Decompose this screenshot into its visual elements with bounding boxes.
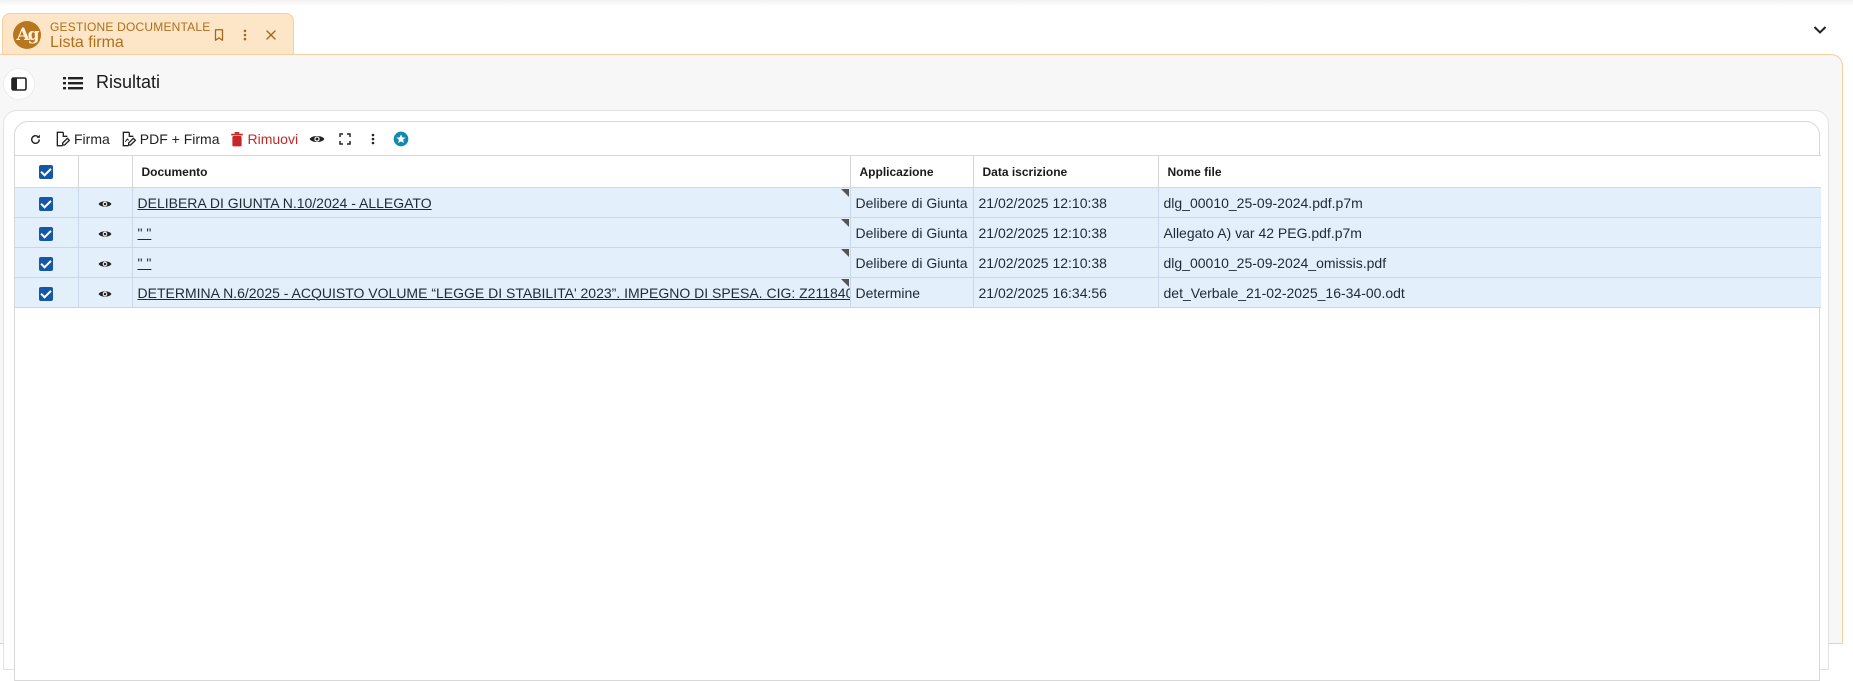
firma-button[interactable]: Firma xyxy=(49,127,115,151)
document-link[interactable]: DELIBERA DI GIUNTA N.10/2024 - ALLEGATO xyxy=(138,195,432,211)
row-preview-eye-icon[interactable] xyxy=(78,187,133,218)
row-checkbox[interactable] xyxy=(15,187,79,218)
star-badge-icon[interactable] xyxy=(387,127,415,151)
row-documento[interactable]: DELIBERA DI GIUNTA N.10/2024 - ALLEGATO xyxy=(132,187,851,218)
table-row[interactable]: " " Delibere di Giunta 21/02/2025 12:10:… xyxy=(15,217,1821,248)
results-header: Risultati xyxy=(0,55,1840,111)
row-documento[interactable]: " " xyxy=(132,247,851,278)
row-checkbox[interactable] xyxy=(15,217,79,248)
trash-icon xyxy=(230,131,243,146)
bookmark-icon[interactable] xyxy=(209,25,229,45)
note-corner-marker xyxy=(840,279,849,287)
row-applicazione: Delibere di Giunta xyxy=(850,247,974,278)
row-applicazione: Delibere di Giunta xyxy=(850,217,974,248)
row-preview-eye-icon[interactable] xyxy=(78,277,133,308)
row-checkbox[interactable] xyxy=(15,247,79,278)
firma-button-label: Firma xyxy=(74,131,110,147)
row-nome-file: dlg_00010_25-09-2024.pdf.p7m xyxy=(1158,187,1821,218)
app-tab-title: Lista firma xyxy=(50,34,124,51)
row-preview-eye-icon[interactable] xyxy=(78,217,133,248)
row-data-iscrizione: 21/02/2025 12:10:38 xyxy=(973,217,1159,248)
select-all-checkbox[interactable] xyxy=(15,155,79,188)
row-applicazione: Delibere di Giunta xyxy=(850,187,974,218)
chevron-down-icon[interactable] xyxy=(1808,18,1832,42)
table-header-row: Documento Applicazione Data iscrizione N… xyxy=(15,155,1821,188)
page-title: Risultati xyxy=(96,72,161,92)
results-grid-card: Firma PDF + Firma Rimuovi Documento Appl… xyxy=(14,121,1821,681)
close-icon[interactable] xyxy=(261,25,281,45)
row-data-iscrizione: 21/02/2025 12:10:38 xyxy=(973,247,1159,278)
app-logo: Ag xyxy=(13,21,41,49)
note-corner-marker xyxy=(840,249,849,257)
top-bar-shadow xyxy=(0,0,1853,6)
list-icon xyxy=(63,77,83,90)
row-documento[interactable]: " " xyxy=(132,217,851,248)
table-row[interactable]: DETERMINA N.6/2025 - ACQUISTO VOLUME “LE… xyxy=(15,277,1821,308)
note-corner-marker xyxy=(840,219,849,227)
sidebar-toggle-icon[interactable] xyxy=(4,69,34,99)
row-nome-file: Allegato A) var 42 PEG.pdf.p7m xyxy=(1158,217,1821,248)
note-corner-marker xyxy=(840,189,849,197)
app-module-label: GESTIONE DOCUMENTALE xyxy=(50,20,211,34)
preview-column-header xyxy=(78,155,133,188)
pdf-firma-button[interactable]: PDF + Firma xyxy=(115,127,225,151)
work-area: Risultati Firma PDF + Firma Rimuovi Docu… xyxy=(0,54,1843,681)
document-link[interactable]: " " xyxy=(138,225,152,241)
row-documento[interactable]: DETERMINA N.6/2025 - ACQUISTO VOLUME “LE… xyxy=(132,277,851,308)
app-tab[interactable]: Ag GESTIONE DOCUMENTALE Lista firma xyxy=(2,13,294,55)
pdf-firma-button-label: PDF + Firma xyxy=(139,131,220,147)
row-data-iscrizione: 21/02/2025 16:34:56 xyxy=(973,277,1159,308)
tab-more-icon[interactable] xyxy=(235,25,255,45)
row-checkbox[interactable] xyxy=(15,277,79,308)
row-applicazione: Determine xyxy=(850,277,974,308)
row-nome-file: det_Verbale_21-02-2025_16-34-00.odt xyxy=(1158,277,1821,308)
sign-icon xyxy=(56,131,70,147)
document-link[interactable]: DETERMINA N.6/2025 - ACQUISTO VOLUME “LE… xyxy=(138,285,850,301)
column-header-documento[interactable]: Documento xyxy=(132,155,851,188)
eye-icon[interactable] xyxy=(303,127,331,151)
results-panel: Firma PDF + Firma Rimuovi Documento Appl… xyxy=(3,110,1829,681)
document-link[interactable]: " " xyxy=(138,255,152,271)
rimuovi-button-label: Rimuovi xyxy=(247,131,299,147)
table-row[interactable]: " " Delibere di Giunta 21/02/2025 12:10:… xyxy=(15,247,1821,278)
column-header-nome-file[interactable]: Nome file xyxy=(1158,155,1821,188)
more-vert-icon[interactable] xyxy=(359,127,387,151)
table-row[interactable]: DELIBERA DI GIUNTA N.10/2024 - ALLEGATO … xyxy=(15,187,1821,218)
refresh-icon[interactable] xyxy=(21,127,49,151)
fullscreen-icon[interactable] xyxy=(331,127,359,151)
documents-table: Documento Applicazione Data iscrizione N… xyxy=(15,155,1821,308)
column-header-applicazione[interactable]: Applicazione xyxy=(850,155,974,188)
rimuovi-button[interactable]: Rimuovi xyxy=(225,127,304,151)
pdf-sign-icon xyxy=(122,131,136,147)
top-bar: Ag GESTIONE DOCUMENTALE Lista firma xyxy=(0,0,1853,56)
column-header-data-iscrizione[interactable]: Data iscrizione xyxy=(973,155,1159,188)
grid-toolbar: Firma PDF + Firma Rimuovi xyxy=(15,122,1821,156)
row-data-iscrizione: 21/02/2025 12:10:38 xyxy=(973,187,1159,218)
row-preview-eye-icon[interactable] xyxy=(78,247,133,278)
row-nome-file: dlg_00010_25-09-2024_omissis.pdf xyxy=(1158,247,1821,278)
